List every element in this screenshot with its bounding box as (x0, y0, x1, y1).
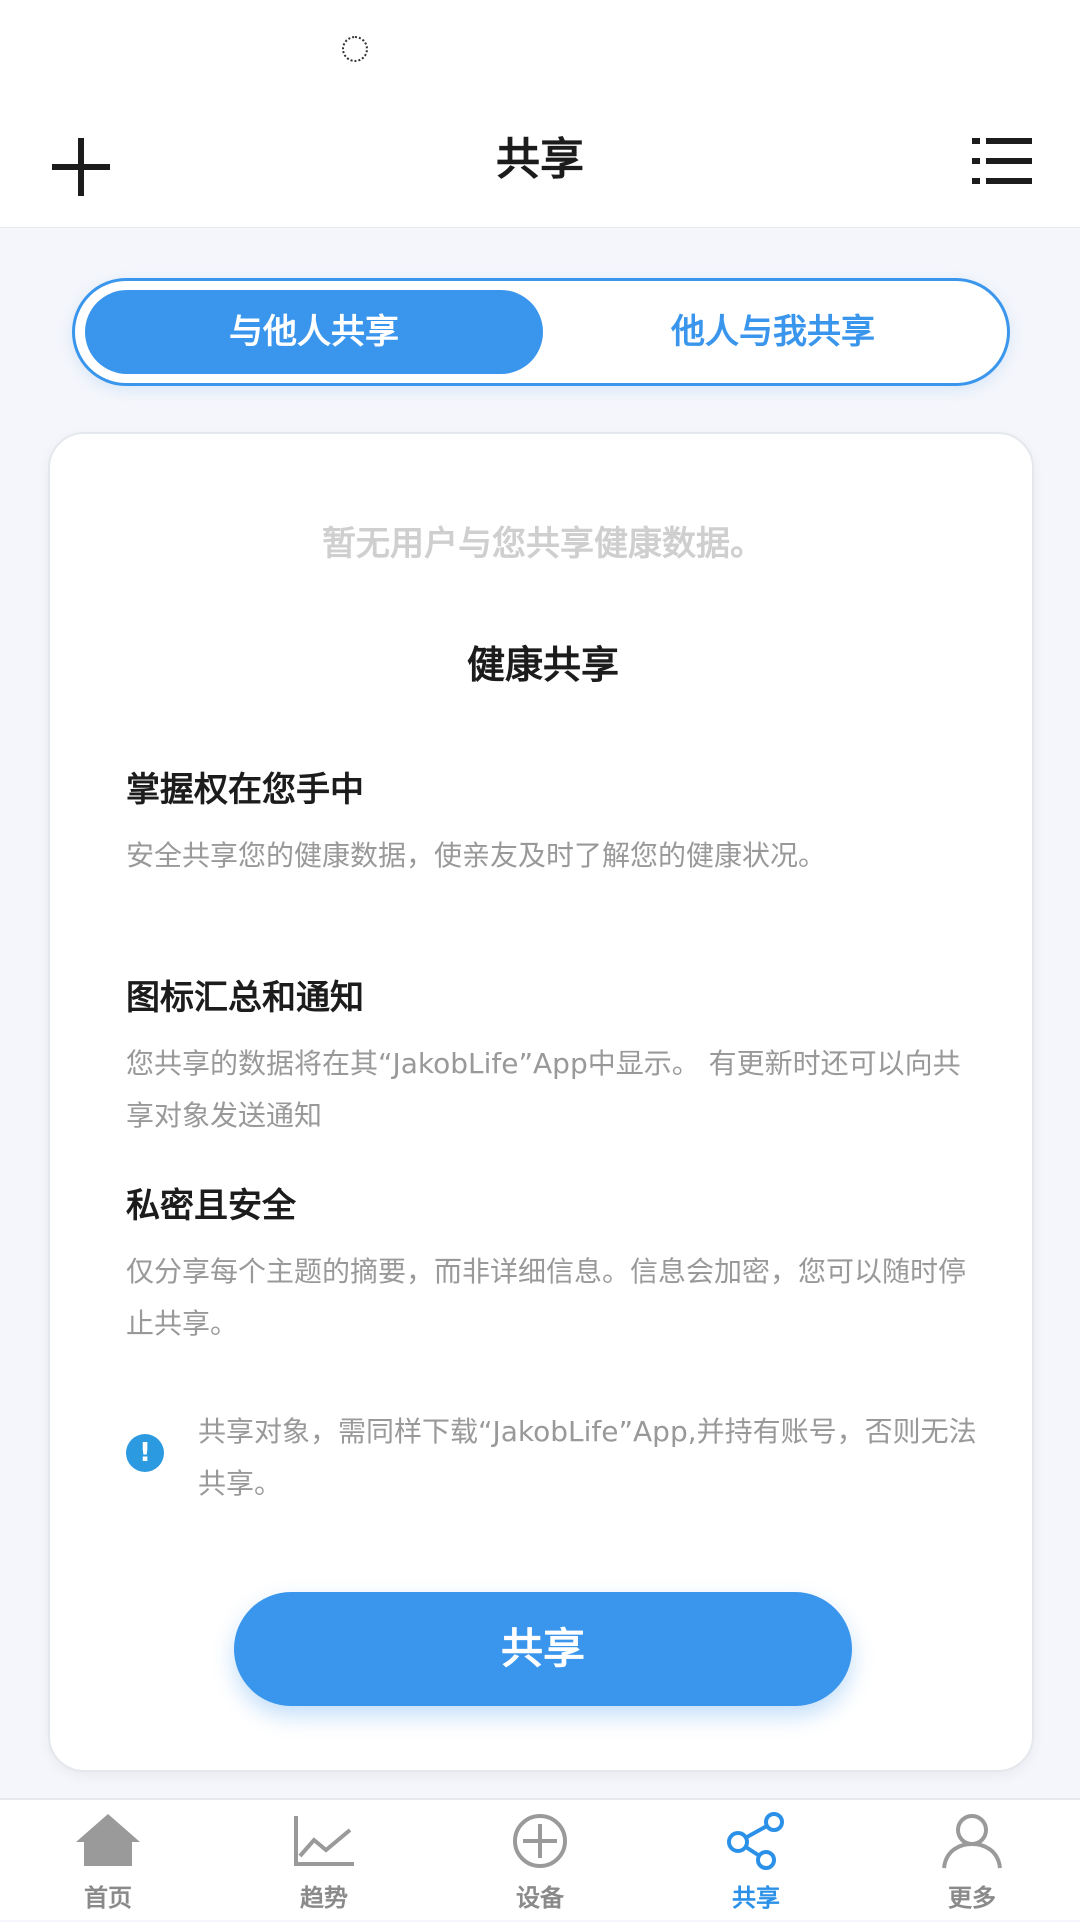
bottom-tab-bar: 首页 趋势 设备 共享 更多 (0, 1798, 1080, 1920)
share-notice: ! 共享对象，需同样下载“JakobLife”App,并持有账号，否则无法共享。 (126, 1406, 986, 1516)
section-text: 您共享的数据将在其“JakobLife”App中显示。 有更新时还可以向共享对象… (126, 1047, 961, 1132)
tab-label: 更多 (948, 1884, 996, 1912)
loading-spinner-icon (342, 36, 368, 62)
tab-label: 共享 (732, 1884, 780, 1912)
tab-share-with-others[interactable]: 与他人共享 (85, 290, 543, 374)
list-menu-icon[interactable] (972, 138, 1032, 184)
nav-bar: 共享 (0, 100, 1080, 228)
tab-label: 趋势 (300, 1884, 348, 1912)
notice-text: 共享对象，需同样下载“JakobLife”App,并持有账号，否则无法共享。 (198, 1415, 977, 1500)
tab-label: 首页 (84, 1884, 132, 1912)
feature-section-privacy: 私密且安全 仅分享每个主题的摘要，而非详细信息。信息会加密，您可以随时停止共享。 (126, 1184, 986, 1350)
add-circle-icon (513, 1814, 567, 1868)
tab-shared-with-me[interactable]: 他人与我共享 (545, 290, 1001, 374)
tab-trend[interactable]: 趋势 (216, 1800, 432, 1922)
status-bar (0, 0, 1080, 100)
feature-section-control: 掌握权在您手中 安全共享您的健康数据，使亲友及时了解您的健康状况。 (126, 768, 986, 882)
home-icon (76, 1814, 140, 1866)
card-title: 健康共享 (466, 643, 619, 687)
section-text: 安全共享您的健康数据，使亲友及时了解您的健康状况。 (126, 839, 827, 872)
tab-label: 设备 (516, 1884, 564, 1912)
empty-message: 暂无用户与您共享健康数据。 (322, 524, 764, 564)
profile-icon (942, 1814, 1002, 1869)
tab-home[interactable]: 首页 (0, 1800, 216, 1922)
tab-more[interactable]: 更多 (864, 1800, 1080, 1922)
feature-section-notify: 图标汇总和通知 您共享的数据将在其“JakobLife”App中显示。 有更新时… (126, 976, 986, 1142)
tab-device[interactable]: 设备 (432, 1800, 648, 1922)
section-heading: 掌握权在您手中 (126, 770, 364, 810)
share-segment-control: 与他人共享 他人与我共享 (72, 278, 1010, 386)
health-share-card: 暂无用户与您共享健康数据。 健康共享 掌握权在您手中 安全共享您的健康数据，使亲… (48, 432, 1034, 1772)
share-button[interactable]: 共享 (234, 1592, 852, 1706)
section-heading: 私密且安全 (126, 1186, 296, 1226)
trend-icon (294, 1816, 354, 1866)
page-title: 共享 (496, 134, 584, 185)
share-icon (727, 1812, 784, 1870)
tab-share[interactable]: 共享 (648, 1800, 864, 1922)
info-alert-icon: ! (126, 1434, 164, 1472)
section-heading: 图标汇总和通知 (126, 978, 364, 1018)
section-text: 仅分享每个主题的摘要，而非详细信息。信息会加密，您可以随时停止共享。 (126, 1255, 967, 1340)
